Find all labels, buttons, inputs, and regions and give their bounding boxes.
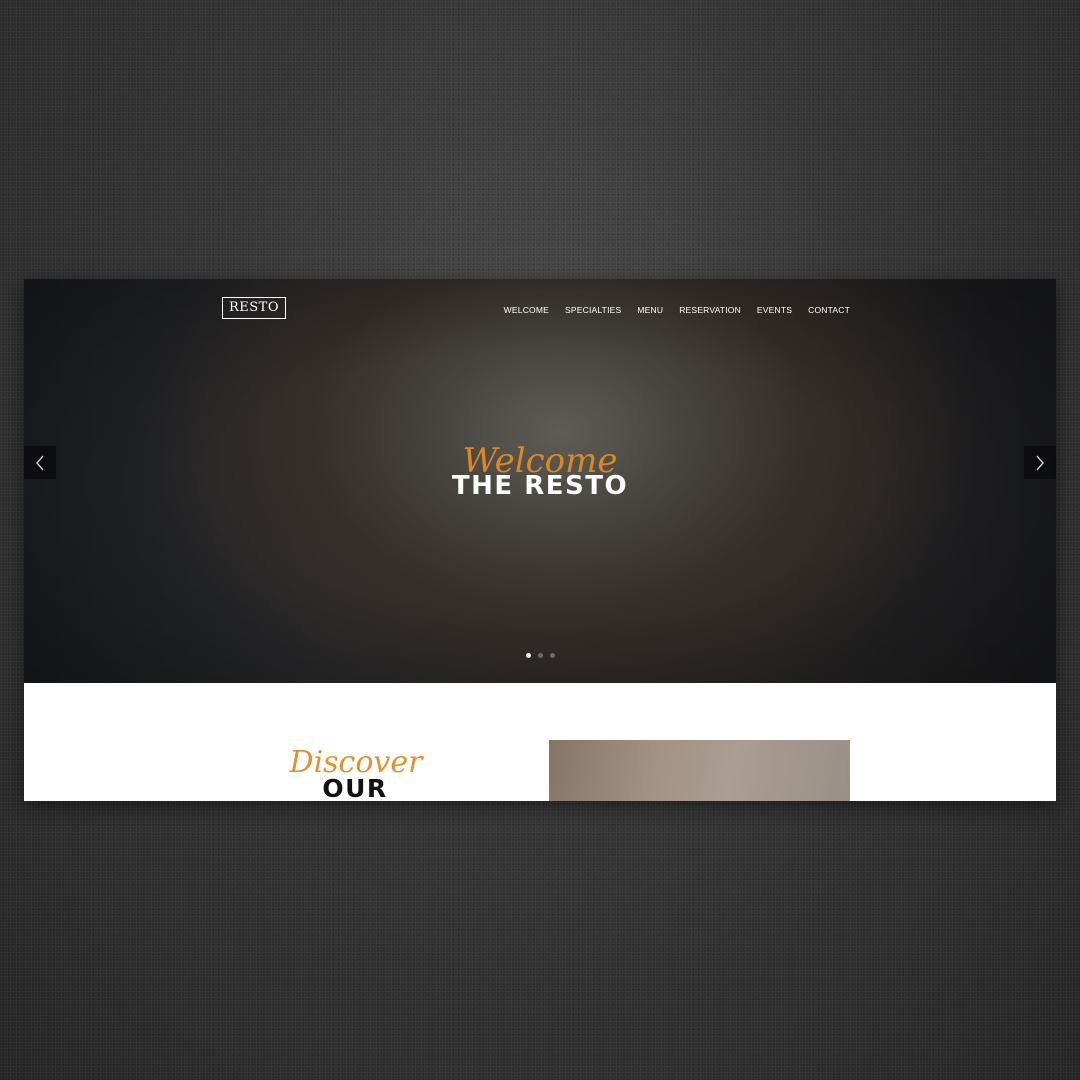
slider-next-button[interactable]: [1024, 446, 1056, 479]
our-store-section: Discover OUR STORE: [24, 683, 1056, 801]
website-screenshot: RESTO WELCOME SPECIALTIES MENU RESERVATI…: [24, 279, 1056, 801]
slider-dots: [24, 653, 1056, 658]
hero-title: THE RESTO: [451, 471, 629, 501]
slider-dot-1[interactable]: [525, 653, 531, 658]
store-title: OUR STORE: [322, 774, 388, 801]
slider-prev-button[interactable]: [24, 446, 56, 479]
nav-item-menu[interactable]: MENU: [637, 305, 663, 315]
store-image: [549, 740, 850, 801]
chevron-right-icon: [1036, 455, 1044, 470]
nav-item-reservation[interactable]: RESERVATION: [679, 305, 741, 315]
slider-dot-2[interactable]: [537, 653, 543, 658]
slider-dot-3[interactable]: [549, 653, 555, 658]
nav-item-specialties[interactable]: SPECIALTIES: [565, 305, 621, 315]
nav-item-events[interactable]: EVENTS: [757, 305, 792, 315]
main-nav: WELCOME SPECIALTIES MENU RESERVATION EVE…: [504, 305, 850, 315]
logo[interactable]: RESTO: [222, 297, 286, 319]
hero-slider: RESTO WELCOME SPECIALTIES MENU RESERVATI…: [24, 279, 1056, 683]
nav-item-contact[interactable]: CONTACT: [808, 305, 850, 315]
nav-item-welcome[interactable]: WELCOME: [504, 305, 549, 315]
chevron-left-icon: [36, 455, 44, 470]
hero-heading: Welcome THE RESTO: [24, 441, 1056, 511]
